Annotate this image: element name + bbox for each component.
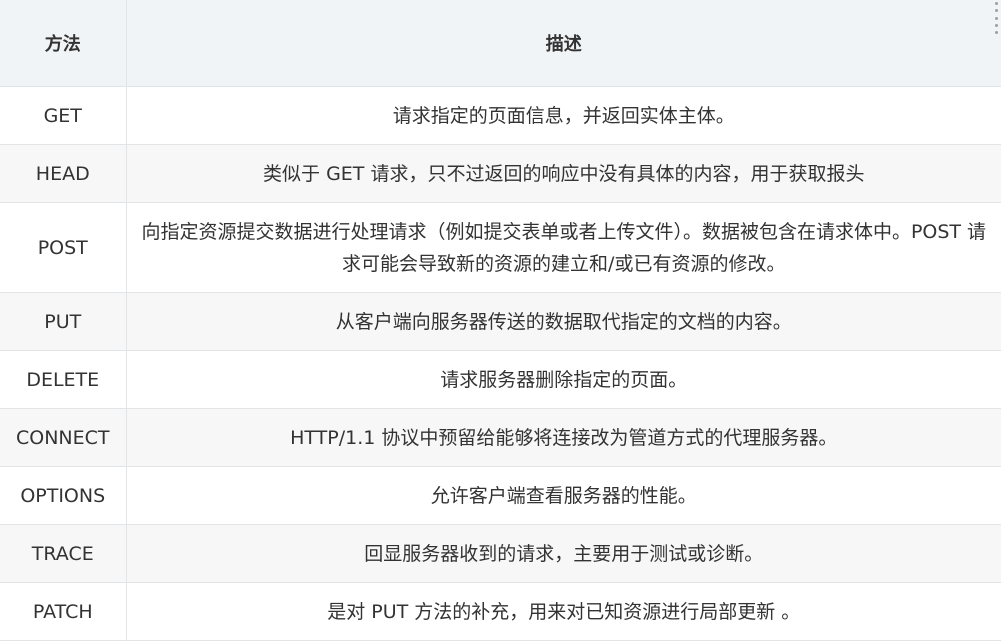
table-row: CONNECT HTTP/1.1 协议中预留给能够将连接改为管道方式的代理服务器…: [0, 408, 1001, 467]
description-cell: 允许客户端查看服务器的性能。: [126, 466, 1001, 525]
table-row: POST 向指定资源提交数据进行处理请求（例如提交表单或者上传文件）。数据被包含…: [0, 202, 1001, 293]
table-row: HEAD 类似于 GET 请求，只不过返回的响应中没有具体的内容，用于获取报头: [0, 144, 1001, 203]
header-row: 方法 描述: [0, 0, 1001, 87]
method-cell: GET: [0, 86, 127, 145]
method-cell: OPTIONS: [0, 466, 127, 525]
dot: [994, 9, 998, 13]
dot: [994, 16, 998, 20]
table-row: DELETE 请求服务器删除指定的页面。: [0, 350, 1001, 409]
table-row: OPTIONS 允许客户端查看服务器的性能。: [0, 466, 1001, 525]
table-row: GET 请求指定的页面信息，并返回实体主体。: [0, 86, 1001, 145]
description-cell: 请求服务器删除指定的页面。: [126, 350, 1001, 409]
table-row: TRACE 回显服务器收到的请求，主要用于测试或诊断。: [0, 524, 1001, 583]
drag-handle-dots-icon[interactable]: [992, 2, 1000, 34]
method-cell: PUT: [0, 292, 127, 351]
dot: [994, 2, 998, 5]
dot: [994, 23, 998, 27]
method-cell: HEAD: [0, 144, 127, 203]
table-row: PATCH 是对 PUT 方法的补充，用来对已知资源进行局部更新 。: [0, 582, 1001, 641]
description-cell: 请求指定的页面信息，并返回实体主体。: [126, 86, 1001, 145]
http-methods-table: 方法 描述 GET 请求指定的页面信息，并返回实体主体。 HEAD 类似于 GE…: [0, 0, 1001, 641]
description-cell: 类似于 GET 请求，只不过返回的响应中没有具体的内容，用于获取报头: [126, 144, 1001, 203]
method-cell: CONNECT: [0, 408, 127, 467]
method-cell: PATCH: [0, 582, 127, 641]
table-body: GET 请求指定的页面信息，并返回实体主体。 HEAD 类似于 GET 请求，只…: [0, 86, 1001, 641]
header-description: 描述: [126, 0, 1001, 87]
method-cell: DELETE: [0, 350, 127, 409]
header-method: 方法: [0, 0, 127, 87]
description-cell: 向指定资源提交数据进行处理请求（例如提交表单或者上传文件）。数据被包含在请求体中…: [126, 202, 1001, 293]
dot: [994, 31, 998, 34]
table-row: PUT 从客户端向服务器传送的数据取代指定的文档的内容。: [0, 292, 1001, 351]
description-cell: 是对 PUT 方法的补充，用来对已知资源进行局部更新 。: [126, 582, 1001, 641]
table-header: 方法 描述: [0, 0, 1001, 87]
description-cell: 从客户端向服务器传送的数据取代指定的文档的内容。: [126, 292, 1001, 351]
method-cell: TRACE: [0, 524, 127, 583]
description-cell: HTTP/1.1 协议中预留给能够将连接改为管道方式的代理服务器。: [126, 408, 1001, 467]
description-cell: 回显服务器收到的请求，主要用于测试或诊断。: [126, 524, 1001, 583]
method-cell: POST: [0, 202, 127, 293]
